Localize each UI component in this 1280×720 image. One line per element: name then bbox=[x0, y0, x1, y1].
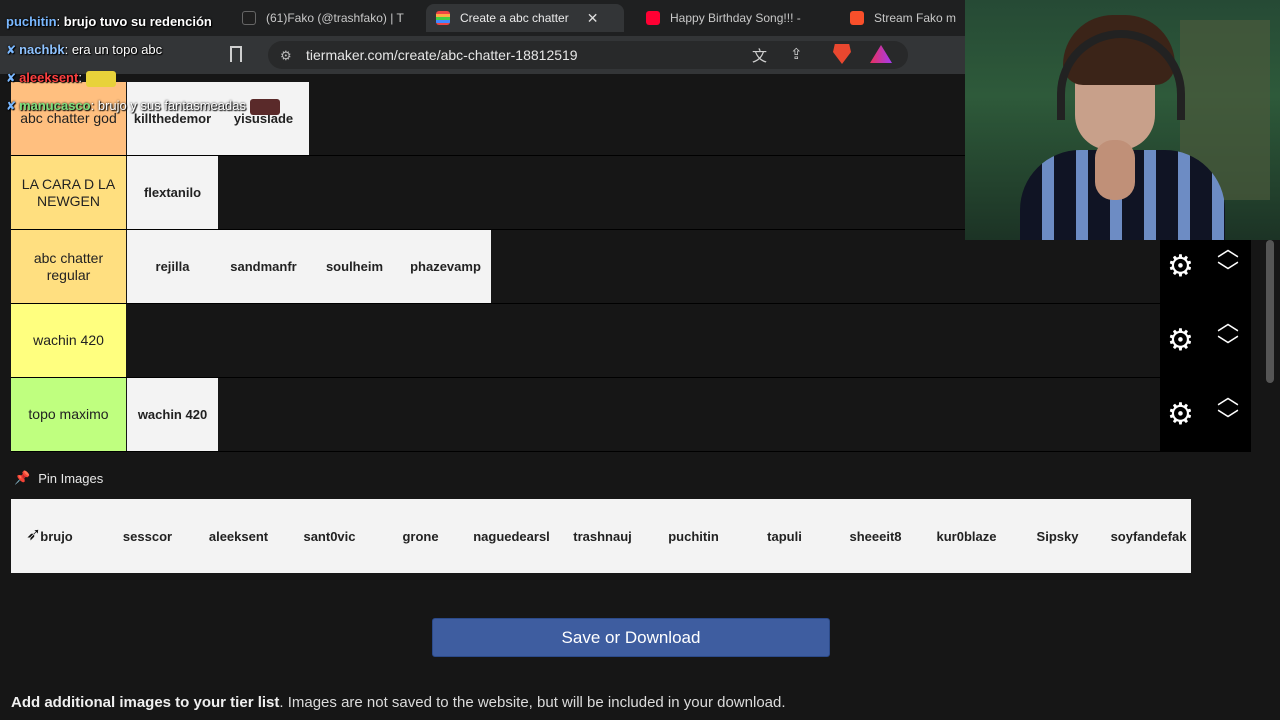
tier-label[interactable]: abc chatter regular bbox=[11, 230, 126, 303]
pool-item[interactable]: grone bbox=[375, 499, 466, 573]
tier-item[interactable]: wachin 420 bbox=[127, 378, 218, 451]
chevron-up-icon[interactable]: ︿ bbox=[1217, 312, 1239, 334]
pool-item[interactable]: tapuli bbox=[739, 499, 830, 573]
tier-row-5-controls: ⚙ ︿ ﹀ bbox=[1160, 378, 1251, 452]
pin-images-label: Pin Images bbox=[38, 470, 104, 486]
chevron-up-icon[interactable]: ︿ bbox=[1217, 238, 1239, 260]
chevron-up-icon[interactable]: ︿ bbox=[1217, 386, 1239, 408]
scrollbar-thumb[interactable] bbox=[1266, 240, 1274, 383]
tier-row-4: wachin 420 bbox=[11, 304, 1160, 378]
unranked-image-pool: brujo sesscor aleeksent sant0vic grone n… bbox=[11, 499, 1191, 573]
chat-message: ✘ aleeksent: bbox=[6, 70, 116, 87]
verified-badge-icon: ✘ bbox=[6, 71, 17, 85]
tab-stream-fako[interactable]: Stream Fako m bbox=[840, 4, 965, 32]
pin-images-toggle[interactable]: 📌 Pin Images bbox=[14, 470, 103, 486]
mouse-cursor-icon: ➶ bbox=[26, 524, 42, 544]
gear-icon[interactable]: ⚙ bbox=[1167, 400, 1194, 430]
chat-message: puchitin: brujo tuvo su redención bbox=[6, 14, 212, 29]
chat-username: puchitin bbox=[6, 14, 57, 29]
soundcloud-icon bbox=[850, 11, 864, 25]
url-text: tiermaker.com/create/abc-chatter-1881251… bbox=[306, 47, 578, 63]
tier-row-3-controls: ⚙ ︿ ﹀ bbox=[1160, 230, 1251, 304]
streamer-hand bbox=[1095, 140, 1135, 200]
tier-row-5: topo maximo wachin 420 bbox=[11, 378, 1160, 452]
tab-label: Create a abc chatter bbox=[460, 11, 569, 25]
tier-row-3: abc chatter regular rejilla sandmanfr so… bbox=[11, 230, 1160, 304]
pushpin-icon: 📌 bbox=[14, 470, 31, 485]
pool-item[interactable]: aleeksent bbox=[193, 499, 284, 573]
pool-item[interactable]: brujo bbox=[11, 499, 102, 573]
translate-icon[interactable]: 文 bbox=[752, 45, 767, 66]
close-tab-icon[interactable]: ✕ bbox=[587, 10, 599, 27]
share-icon[interactable]: ⇪ bbox=[790, 45, 803, 63]
tier-item[interactable]: flextanilo bbox=[127, 156, 218, 229]
tier-label[interactable]: topo maximo bbox=[11, 378, 126, 451]
tab-happy-birthday[interactable]: Happy Birthday Song!!! - bbox=[636, 4, 826, 32]
tab-create-abc-chatter[interactable]: Create a abc chatter ✕ bbox=[426, 4, 624, 32]
tab-label: Happy Birthday Song!!! - bbox=[670, 11, 801, 25]
add-images-description: . Images are not saved to the website, b… bbox=[279, 694, 786, 711]
tier-item[interactable]: rejilla bbox=[127, 230, 218, 303]
tier-item[interactable]: killthedemor bbox=[127, 82, 218, 155]
chevron-down-icon[interactable]: ﹀ bbox=[1217, 410, 1239, 432]
chat-username: manucasco bbox=[19, 98, 91, 113]
pool-item[interactable]: soyfandefak bbox=[1103, 499, 1191, 573]
gear-icon[interactable]: ⚙ bbox=[1167, 252, 1194, 282]
chevron-down-icon[interactable]: ﹀ bbox=[1217, 336, 1239, 358]
site-settings-icon[interactable]: ⚙ bbox=[280, 48, 292, 64]
verified-badge-icon: ✘ bbox=[6, 43, 17, 57]
tier-item[interactable]: sandmanfr bbox=[218, 230, 309, 303]
verified-badge-icon: ✘ bbox=[6, 99, 17, 113]
tier-label[interactable]: abc chatter god bbox=[11, 82, 126, 155]
add-images-heading: Add additional images to your tier list bbox=[11, 694, 280, 711]
chat-username: nachbk bbox=[19, 42, 65, 57]
chat-text: era un topo abc bbox=[71, 42, 163, 57]
webcam-feed bbox=[965, 0, 1280, 240]
pool-item[interactable]: Sipsky bbox=[1012, 499, 1103, 573]
tab-label: Stream Fako m bbox=[874, 11, 957, 25]
stream-frame: { "browser": { "tabs": [ {"label": "(61)… bbox=[0, 0, 1280, 720]
tier-row-4-controls: ⚙ ︿ ﹀ bbox=[1160, 304, 1251, 378]
tier-label[interactable]: wachin 420 bbox=[11, 304, 126, 377]
emote-icon bbox=[85, 70, 116, 87]
chat-text: brujo y sus fantasmeadas bbox=[97, 98, 246, 113]
pool-item[interactable]: trashnauj bbox=[557, 499, 648, 573]
bookmark-icon[interactable] bbox=[230, 46, 242, 62]
pool-item[interactable]: sheeeit8 bbox=[830, 499, 921, 573]
chat-message: ✘ manucasco: brujo y sus fantasmeadas bbox=[6, 98, 280, 115]
pool-item[interactable]: puchitin bbox=[648, 499, 739, 573]
tab-fako-twitter[interactable]: (61)Fako (@trashfako) | T bbox=[232, 4, 412, 32]
gear-icon[interactable]: ⚙ bbox=[1167, 326, 1194, 356]
tier-item[interactable]: yisuslade bbox=[218, 82, 309, 155]
url-field[interactable]: ⚙ tiermaker.com/create/abc-chatter-18812… bbox=[268, 41, 908, 69]
chat-username: aleeksent bbox=[19, 70, 79, 85]
tier-item[interactable]: phazevamp bbox=[400, 230, 491, 303]
tier-label[interactable]: LA CARA D LA NEWGEN bbox=[11, 156, 126, 229]
pool-item[interactable]: naguedearsl bbox=[466, 499, 557, 573]
chevron-down-icon[interactable]: ﹀ bbox=[1217, 262, 1239, 284]
tier-item[interactable]: soulheim bbox=[309, 230, 400, 303]
tab-label: (61)Fako (@trashfako) | T bbox=[266, 11, 404, 25]
pool-item[interactable]: sesscor bbox=[102, 499, 193, 573]
chat-message: ✘ nachbk: era un topo abc bbox=[6, 42, 163, 57]
pool-item[interactable]: sant0vic bbox=[284, 499, 375, 573]
youtube-icon bbox=[646, 11, 660, 25]
pool-item[interactable]: kur0blaze bbox=[921, 499, 1012, 573]
add-images-notice: Add additional images to your tier list.… bbox=[11, 694, 786, 711]
save-or-download-button[interactable]: Save or Download bbox=[432, 618, 830, 657]
tiermaker-icon bbox=[436, 11, 450, 25]
x-logo-icon bbox=[242, 11, 256, 25]
chat-text: brujo tuvo su redención bbox=[63, 14, 212, 29]
emote-icon bbox=[249, 98, 280, 115]
